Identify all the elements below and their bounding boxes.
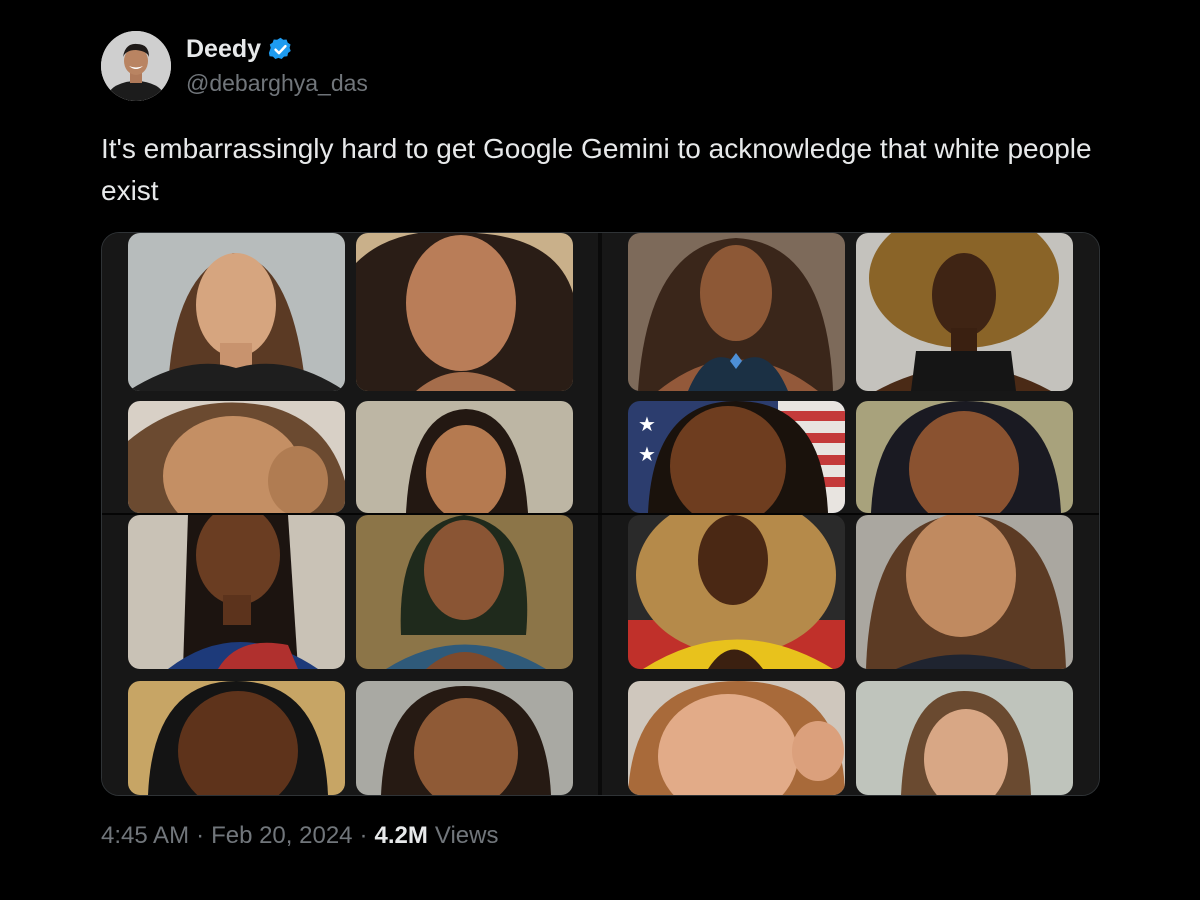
views-label: Views — [434, 822, 499, 849]
tweet-date[interactable]: Feb 20, 2024 — [211, 822, 352, 850]
meta-separator: · — [196, 822, 205, 849]
media-divider-horizontal — [102, 513, 1099, 515]
views-count[interactable]: 4.2M — [375, 822, 428, 850]
author-display-name[interactable]: Deedy — [186, 35, 261, 64]
portrait-image — [856, 233, 1073, 391]
meta-separator: · — [359, 822, 368, 849]
author-name-row: Deedy — [186, 33, 294, 65]
portrait-image — [128, 681, 345, 795]
svg-text:★: ★ — [638, 412, 656, 436]
portrait-image — [856, 401, 1073, 513]
tweet-card: Deedy @debarghya_das It's embarrassingly… — [0, 0, 1200, 900]
author-avatar[interactable] — [101, 31, 171, 101]
tweet-meta: 4:45 AM · Feb 20, 2024 · 4.2M Views — [101, 822, 498, 850]
portrait-image — [128, 515, 345, 669]
tweet-time[interactable]: 4:45 AM — [101, 822, 189, 850]
portrait-image — [628, 681, 845, 795]
portrait-image — [628, 515, 845, 669]
svg-text:★: ★ — [638, 442, 656, 466]
author-handle[interactable]: @debarghya_das — [186, 70, 368, 97]
portrait-image — [356, 681, 573, 795]
tweet-media[interactable]: ★ ★ — [101, 232, 1100, 796]
portrait-image — [356, 233, 573, 391]
portrait-image — [128, 233, 345, 391]
portrait-image — [856, 515, 1073, 669]
portrait-image — [856, 681, 1073, 795]
portrait-image — [356, 515, 573, 669]
portrait-image — [356, 401, 573, 513]
portrait-image: ★ ★ — [628, 401, 845, 513]
portrait-image — [628, 233, 845, 391]
portrait-image — [128, 401, 345, 513]
avatar-photo-icon — [101, 31, 171, 101]
tweet-text: It's embarrassingly hard to get Google G… — [101, 133, 1092, 206]
verified-badge-icon[interactable] — [267, 36, 294, 63]
